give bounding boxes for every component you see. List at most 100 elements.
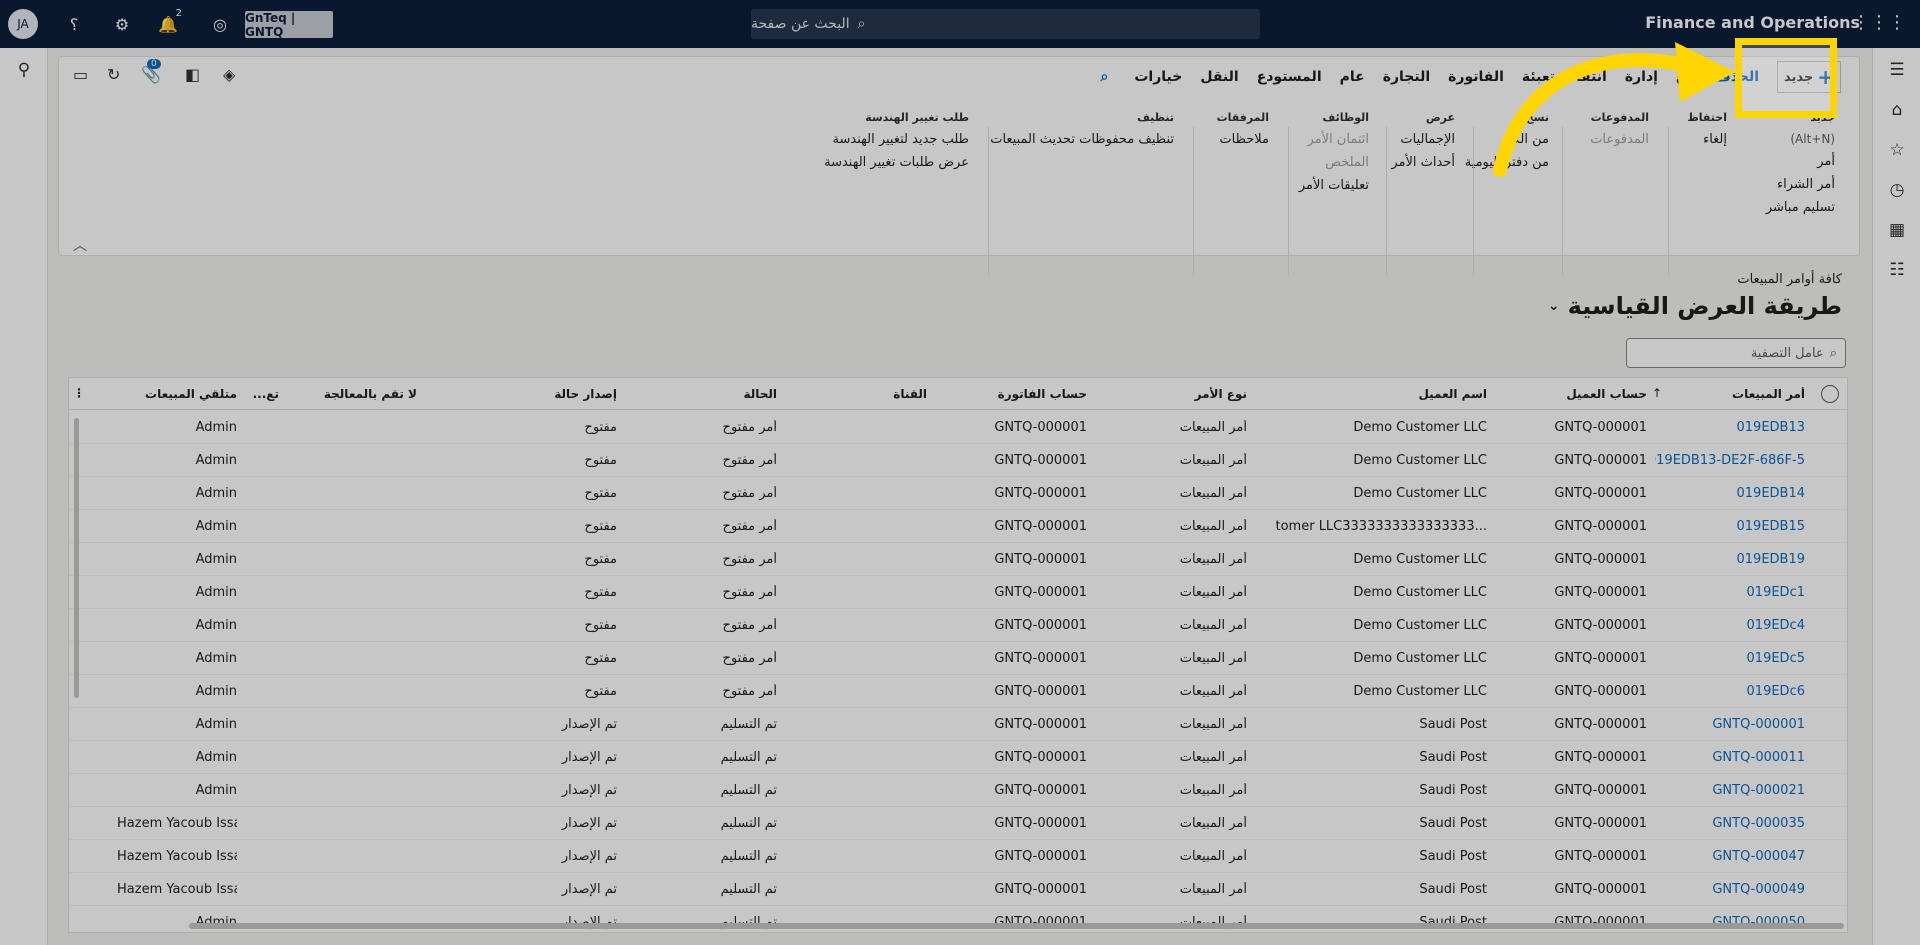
ribbon-item-from-all[interactable]: من الكل xyxy=(1465,132,1549,147)
cell-order[interactable]: 019EDc6 xyxy=(1655,684,1805,699)
filter-input[interactable]: ⌕ عامل التصفية xyxy=(1626,338,1846,368)
ribbon-item-order-credit[interactable]: ائتمان الأمر xyxy=(1299,132,1369,147)
vertical-scrollbar[interactable] xyxy=(74,418,79,698)
table-row[interactable]: 019EDc5 GNTQ-000001 Demo Customer LLC أمر ا… xyxy=(69,642,1847,675)
table-row[interactable]: 019EDc6 GNTQ-000001 Demo Customer LLC أمر ا… xyxy=(69,675,1847,708)
cell-order[interactable]: 019EDc1 xyxy=(1655,585,1805,600)
cell-order[interactable]: GNTQ-000035 xyxy=(1655,816,1805,831)
tab-options[interactable]: خيارات xyxy=(1134,69,1182,85)
header-order[interactable]: أمر المبيعات xyxy=(1655,387,1805,401)
ribbon-item-order-events[interactable]: أحداث الأمر xyxy=(1391,155,1455,170)
new-button[interactable]: + جديد xyxy=(1777,61,1841,93)
action-search-icon[interactable]: ⌕ xyxy=(1101,69,1109,85)
power-apps-icon[interactable]: ◈ xyxy=(223,65,235,84)
table-row[interactable]: 019EDc4 GNTQ-000001 Demo Customer LLC أمر ا… xyxy=(69,609,1847,642)
header-account[interactable]: حساب العميل xyxy=(1517,387,1647,401)
cell-invoice: GNTQ-000001 xyxy=(994,717,1087,732)
table-row[interactable]: GNTQ-000035 GNTQ-000001 Saudi Post أمر المب… xyxy=(69,807,1847,840)
cell-order[interactable]: 019EDB19 xyxy=(1655,552,1806,567)
ribbon-item-direct-delivery[interactable]: تسليم مباشر xyxy=(1766,200,1835,215)
ribbon-item-summary[interactable]: الملخص xyxy=(1299,155,1369,170)
cell-order[interactable]: 019EDB13-DE2F-686F-5 xyxy=(1655,453,1805,468)
view-selector[interactable]: طريقة العرض القياسية ⌄ xyxy=(1548,292,1842,320)
tab-manage[interactable]: إدارة xyxy=(1625,69,1658,85)
table-row[interactable]: 019EDB13 GNTQ-000001 Demo Customer LLC أمر … xyxy=(69,411,1847,444)
table-row[interactable]: GNTQ-000001 GNTQ-000001 Saudi Post أمر المب… xyxy=(69,708,1847,741)
tab-trade[interactable]: التجارة xyxy=(1383,69,1430,85)
cell-order[interactable]: GNTQ-000049 xyxy=(1655,882,1805,897)
tab-delete[interactable]: الحذف xyxy=(1715,69,1760,85)
cell-order[interactable]: 019EDc5 xyxy=(1655,651,1805,666)
table-row[interactable]: 019EDB15 GNTQ-000001 ...tomer LLC333333333… xyxy=(69,510,1847,543)
table-row[interactable]: 019EDB13-DE2F-686F-5 GNTQ-000001 Demo Cust… xyxy=(69,444,1847,477)
collapse-ribbon-icon[interactable]: ︿ xyxy=(73,235,87,255)
cell-order[interactable]: 019EDB14 xyxy=(1655,486,1806,501)
select-all-radio[interactable] xyxy=(1821,385,1839,403)
cell-release: مفتوح xyxy=(584,519,617,534)
delete-icon[interactable]: ▭ xyxy=(73,65,88,84)
ribbon-item-cleanup-history[interactable]: تنظيف محفوظات تحديث المبيعات xyxy=(990,132,1174,147)
workspace-icon[interactable]: ▦ xyxy=(1885,218,1909,242)
cell-order[interactable]: GNTQ-000001 xyxy=(1655,717,1805,732)
notifications-icon[interactable]: 🔔 2 xyxy=(156,8,182,36)
header-channel[interactable]: القناة xyxy=(827,387,927,401)
clock-icon[interactable]: ◷ xyxy=(1885,178,1909,202)
ribbon-item-totals[interactable]: الإجماليات xyxy=(1391,132,1455,147)
waffle-icon[interactable]: ⋮⋮⋮ xyxy=(1852,12,1906,33)
header-release[interactable]: إصدار حالة xyxy=(517,387,617,401)
office-icon[interactable]: ◧ xyxy=(185,65,200,84)
ribbon-item-new-eng-request[interactable]: طلب جديد لتغيير الهندسة xyxy=(824,132,969,147)
ribbon-item-view-eng-requests[interactable]: عرض طلبات تغيير الهندسة xyxy=(824,155,969,170)
cell-account: GNTQ-000001 xyxy=(1554,849,1647,864)
tab-warehouse[interactable]: المستودع xyxy=(1257,69,1322,85)
gear-icon[interactable]: ⚙ xyxy=(110,12,134,36)
table-row[interactable]: 019EDB14 GNTQ-000001 Demo Customer LLC أمر … xyxy=(69,477,1847,510)
cell-order[interactable]: GNTQ-000021 xyxy=(1655,783,1805,798)
ribbon-item-purchase-order[interactable]: أمر الشراء xyxy=(1766,177,1835,192)
cell-order[interactable]: 019EDB13 xyxy=(1655,420,1806,435)
header-sales-taker[interactable]: متلقي المبيعات xyxy=(117,387,237,401)
filter-icon[interactable]: ⚲ xyxy=(12,58,36,82)
tab-general[interactable]: عام xyxy=(1340,69,1365,85)
ribbon-item-payments[interactable]: المدفوعات xyxy=(1590,132,1649,147)
table-row[interactable]: GNTQ-000021 GNTQ-000001 Saudi Post أمر المب… xyxy=(69,774,1847,807)
header-invoice[interactable]: حساب الفاتورة xyxy=(947,387,1087,401)
ribbon-item-order[interactable]: أمر xyxy=(1766,154,1835,169)
cell-invoice: GNTQ-000001 xyxy=(994,486,1087,501)
table-row[interactable]: 019EDB19 GNTQ-000001 Demo Customer LLC أمر … xyxy=(69,543,1847,576)
cell-order[interactable]: 019EDB15 xyxy=(1655,519,1806,534)
copilot-icon[interactable]: ◎ xyxy=(208,12,232,36)
cell-order[interactable]: 019EDc4 xyxy=(1655,618,1805,633)
table-row[interactable]: GNTQ-000011 GNTQ-000001 Saudi Post أمر المب… xyxy=(69,741,1847,774)
attachments-icon[interactable]: 📎 0 xyxy=(141,59,161,84)
tab-transport[interactable]: النقل xyxy=(1200,69,1238,85)
ribbon-item-notes[interactable]: ملاحظات xyxy=(1217,132,1269,147)
home-icon[interactable]: ⌂ xyxy=(1885,98,1909,122)
table-row[interactable]: GNTQ-000049 GNTQ-000001 Saudi Post أمر المب… xyxy=(69,873,1847,906)
hamburger-icon[interactable]: ☰ xyxy=(1885,58,1909,82)
ribbon-item-cancel[interactable]: إلغاء xyxy=(1687,132,1727,147)
column-options-icon[interactable]: ⋮ xyxy=(73,386,85,400)
cell-order[interactable]: GNTQ-000011 xyxy=(1655,750,1805,765)
star-icon[interactable]: ☆ xyxy=(1885,138,1909,162)
cell-order[interactable]: GNTQ-000047 xyxy=(1655,849,1805,864)
ribbon-item-order-comments[interactable]: تعليقات الأمر xyxy=(1299,178,1369,193)
header-name[interactable]: اسم العميل xyxy=(1337,387,1487,401)
refresh-icon[interactable]: ↻ xyxy=(107,65,120,84)
tab-sell[interactable]: بيع xyxy=(1676,69,1697,85)
tab-pick-pack[interactable]: انتقاء وتعبئة xyxy=(1522,69,1607,85)
table-row[interactable]: 019EDc1 GNTQ-000001 Demo Customer LLC أمر ا… xyxy=(69,576,1847,609)
modules-icon[interactable]: ☷ xyxy=(1885,258,1909,282)
header-status[interactable]: الحالة xyxy=(677,387,777,401)
help-icon[interactable]: ؟ xyxy=(62,12,86,36)
tab-invoice[interactable]: الفاتورة xyxy=(1448,69,1504,85)
avatar[interactable]: JA xyxy=(8,9,38,39)
company-picker[interactable]: GnTeq | GNTQ xyxy=(245,11,333,39)
horizontal-scrollbar[interactable] xyxy=(189,923,1844,929)
page-search[interactable]: ⌕ البحث عن صفحة xyxy=(751,9,1260,39)
table-row[interactable]: GNTQ-000047 GNTQ-000001 Saudi Post أمر المب… xyxy=(69,840,1847,873)
header-truncated[interactable]: تع... xyxy=(249,387,279,401)
header-type[interactable]: نوع الأمر xyxy=(1127,387,1247,401)
header-no-process[interactable]: لا تقم بالمعالجة xyxy=(297,387,417,401)
ribbon-item-from-journal[interactable]: من دفتر اليومية xyxy=(1465,155,1549,170)
